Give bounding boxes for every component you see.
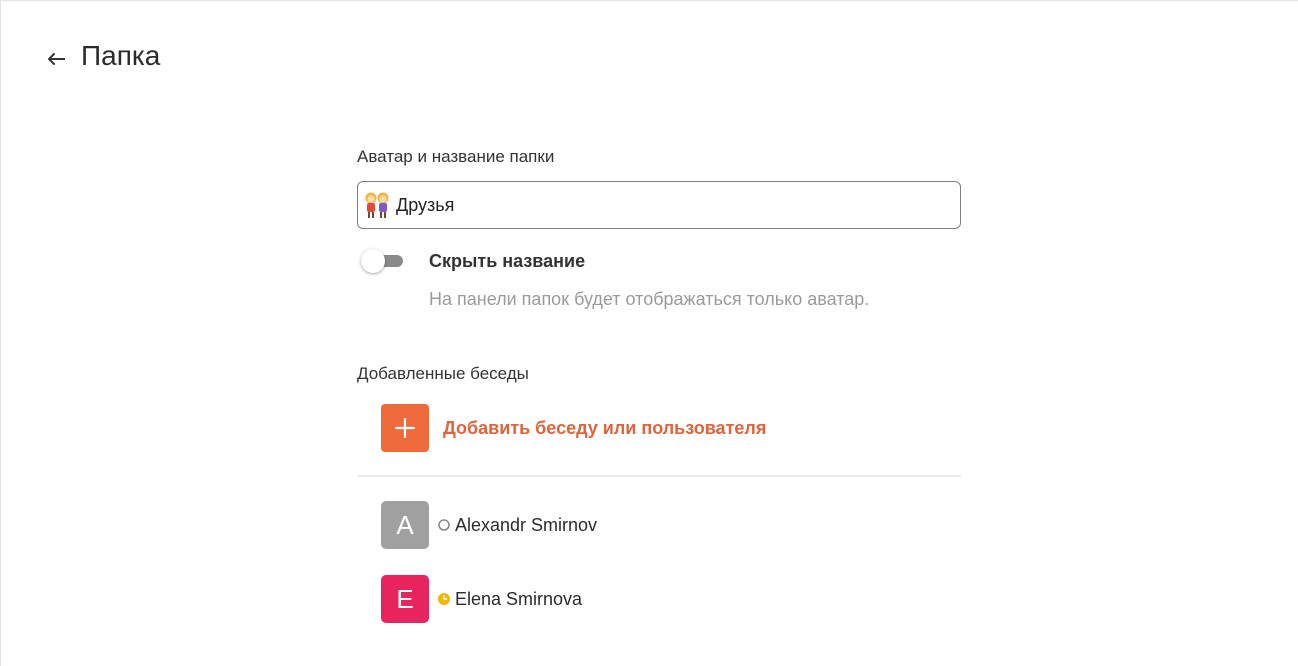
list-item[interactable]: E Elena Smirnova [381,575,961,623]
chats-section: Добавленные беседы Добавить беседу или п… [357,364,961,623]
add-chat-button[interactable]: Добавить беседу или пользователя [381,404,961,452]
list-item[interactable]: A Alexandr Smirnov [381,501,961,549]
avatar: E [381,575,429,623]
divider [357,475,961,477]
hide-name-toggle[interactable] [357,249,407,273]
folder-settings-page: Папка Аватар и название папки Друзья Скр… [0,0,1298,666]
added-chats-list: A Alexandr Smirnov E Elena Smirnova [357,501,961,623]
hide-name-label: Скрыть название [429,250,586,271]
back-arrow-icon[interactable] [45,47,67,65]
chats-section-label: Добавленные беседы [357,364,529,383]
user-name: Alexandr Smirnov [455,514,598,535]
toggle-knob [361,249,385,273]
add-chat-label: Добавить беседу или пользователя [443,417,767,438]
hide-name-setting: Скрыть название [357,247,961,275]
offline-circle-icon [437,518,451,532]
away-clock-icon [437,592,451,606]
user-name: Elena Smirnova [455,588,583,609]
folder-name-value: Друзья [396,194,455,215]
plus-icon [381,404,429,452]
folder-form: Аватар и название папки Друзья Скрыть на… [357,147,961,649]
two-women-emoji-icon[interactable] [362,190,392,220]
avatar: A [381,501,429,549]
avatar-section-label: Аватар и название папки [357,147,555,166]
folder-name-input[interactable]: Друзья [357,181,961,229]
hide-name-hint: На панели папок будет отображаться тольк… [429,289,870,309]
page-header: Папка [45,39,160,73]
page-title: Папка [81,40,161,71]
